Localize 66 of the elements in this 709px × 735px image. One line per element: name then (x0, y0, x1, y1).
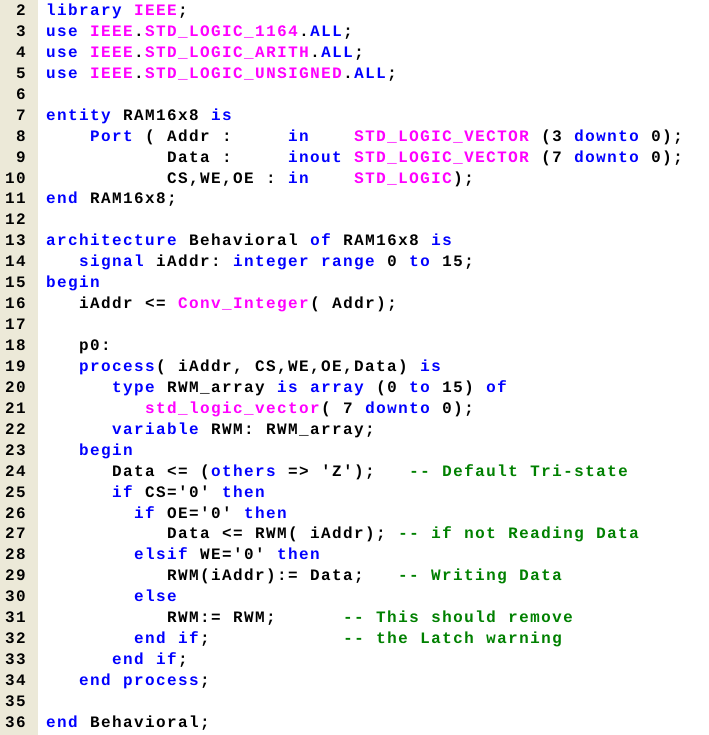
line-number: 16 (4, 295, 27, 314)
code-line: Port ( Addr : in STD_LOGIC_VECTOR (3 downto 0); (89, 128, 684, 146)
line-number: 27 (4, 525, 27, 544)
line-number: 31 (4, 609, 27, 628)
line-number: 6 (16, 86, 27, 104)
line-number: 11 (4, 190, 27, 208)
code-line: Data <= (others => 'Z'); -- Default Tri-state (111, 462, 630, 481)
line-number: 34 (4, 672, 27, 690)
line-number: 8 (16, 128, 27, 146)
code-line: end RAM16x8; (46, 190, 178, 208)
code-line: RWM(iAddr):= Data; -- Writing Data (166, 567, 564, 586)
line-number: 21 (4, 400, 27, 418)
code-line: else (133, 588, 178, 606)
code-line: RWM:= RWM; -- This should remove (166, 609, 574, 628)
line-number: 5 (16, 64, 27, 83)
line-number: 3 (16, 22, 27, 41)
line-number: 20 (4, 378, 27, 397)
line-number: 10 (4, 170, 27, 188)
code-line: end if; -- the Latch warning (133, 630, 564, 648)
code-line: Data <= RWM( iAddr); -- if not Reading Data (166, 525, 640, 544)
code-line: entity RAM16x8 is (46, 106, 234, 125)
code-line: architecture Behavioral of RAM16x8 is (46, 232, 454, 250)
code-line: use IEEE.STD_LOGIC_ARITH.ALL; (46, 44, 366, 62)
code-line: use IEEE.STD_LOGIC_UNSIGNED.ALL; (46, 64, 398, 83)
line-number: 2 (16, 2, 27, 20)
code-line: begin (46, 274, 102, 292)
code-line: use IEEE.STD_LOGIC_1164.ALL; (46, 22, 354, 41)
line-number: 4 (16, 44, 27, 62)
code-line: type RWM_array is array (0 to 15) of (111, 378, 508, 397)
line-number: 33 (4, 651, 27, 670)
line-number: 26 (4, 504, 27, 522)
line-number: 28 (4, 546, 27, 564)
line-number: 12 (4, 211, 27, 230)
line-number: 35 (4, 692, 27, 711)
line-number: 29 (4, 567, 27, 586)
line-number: 23 (4, 442, 27, 460)
code-line: if CS='0' then (111, 484, 266, 502)
code-line: std_logic_vector( 7 downto 0); (144, 400, 476, 418)
line-number: 36 (4, 714, 27, 732)
code-line: iAddr <= Conv_Integer( Addr); (78, 295, 398, 314)
line-number: 24 (4, 462, 27, 481)
line-number: 25 (4, 484, 27, 502)
code-line: process( iAddr, CS,WE,OE,Data) is (78, 358, 442, 376)
code-line: end if; (111, 651, 190, 670)
line-number: 30 (4, 588, 27, 606)
line-number: 19 (4, 358, 27, 376)
code-line: CS,WE,OE : in STD_LOGIC); (166, 170, 476, 188)
line-number: 32 (4, 630, 27, 648)
line-number: 18 (4, 337, 27, 355)
line-number: 7 (16, 106, 27, 125)
code-line: signal iAddr: integer range 0 to 15; (78, 253, 476, 272)
code-line: p0: (78, 337, 112, 355)
code-line: begin (78, 442, 134, 460)
line-number: 13 (4, 232, 27, 250)
line-number: 22 (4, 420, 27, 439)
code-line: end Behavioral; (46, 714, 212, 732)
line-number: 14 (4, 253, 27, 272)
code-line: end process; (78, 672, 212, 690)
code-line: elsif WE='0' then (133, 546, 322, 564)
code-line: if OE='0' then (133, 504, 288, 522)
code-line: variable RWM: RWM_array; (111, 420, 376, 439)
line-number: 17 (4, 316, 27, 334)
line-number: 9 (16, 148, 27, 167)
line-number: 15 (4, 274, 27, 292)
code-line: library IEEE; (46, 2, 190, 20)
code-line: Data : inout STD_LOGIC_VECTOR (7 downto 0); (166, 148, 684, 167)
